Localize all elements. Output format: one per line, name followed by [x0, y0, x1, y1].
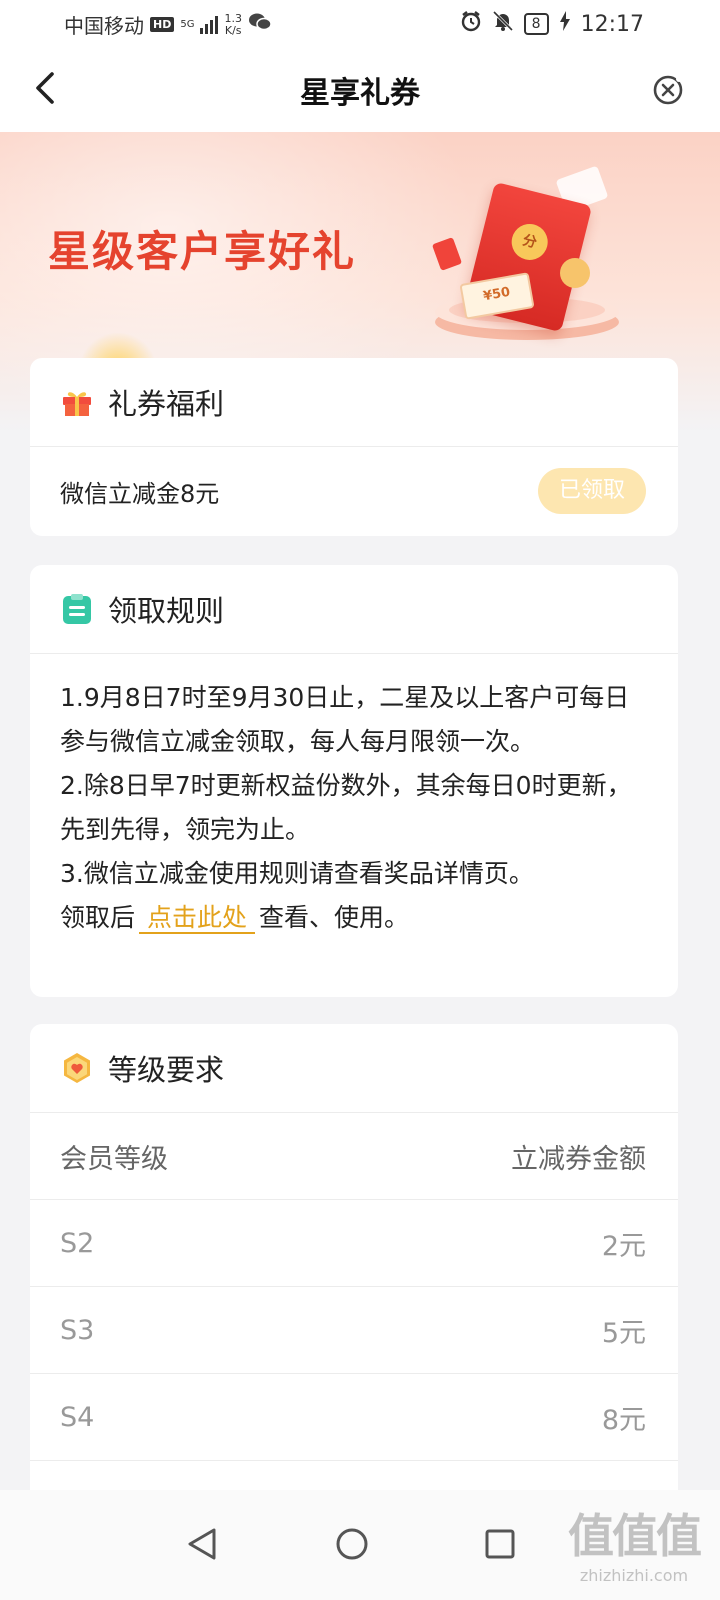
table-row: S2 2元 — [30, 1200, 678, 1287]
levels-table-header: 会员等级 立减券金额 — [30, 1113, 678, 1200]
hd-badge: HD — [150, 17, 175, 32]
benefit-card-header: 礼券福利 — [30, 358, 678, 447]
rule-2: 2.除8日早7时更新权益份数外，其余每日0时更新，先到先得，领完为止。 — [60, 771, 632, 844]
speed-unit: K/s — [224, 23, 242, 37]
network-type: 5G — [180, 19, 195, 30]
gift-icon — [63, 392, 91, 416]
benefit-card: 礼券福利 微信立减金8元 已领取 — [30, 358, 678, 536]
rule-3: 3.微信立减金使用规则请查看奖品详情页。 — [60, 859, 534, 888]
clock-time: 12:17 — [580, 11, 644, 37]
levels-card: 等级要求 会员等级 立减券金额 S2 2元 S3 5元 S4 8元 — [30, 1024, 678, 1544]
after-prefix: 领取后 — [60, 903, 136, 932]
rules-card: 领取规则 1.9月8日7时至9月30日止，二星及以上客户可每日参与微信立减金领取… — [30, 565, 678, 997]
nav-home-icon — [336, 1528, 368, 1560]
benefit-item-name: 微信立减金8元 — [60, 479, 220, 508]
status-left: 中国移动 HD 5G 1.3 K/s — [64, 10, 272, 39]
nav-recent-icon — [485, 1529, 515, 1559]
charging-icon — [559, 10, 571, 38]
table-row: S3 5元 — [30, 1287, 678, 1374]
status-right: 8 12:17 — [460, 10, 644, 38]
amount-cell: 2元 — [601, 1230, 646, 1262]
battery-indicator: 8 — [523, 13, 549, 35]
nav-home-button[interactable] — [320, 1512, 384, 1576]
benefit-item: 微信立减金8元 已领取 — [30, 447, 678, 535]
page-title: 星享礼券 — [300, 76, 420, 111]
close-button[interactable] — [646, 68, 690, 112]
close-circle-icon — [653, 75, 683, 105]
nav-back-button[interactable] — [170, 1512, 234, 1576]
levels-card-title: 等级要求 — [108, 1053, 225, 1087]
status-bar: 中国移动 HD 5G 1.3 K/s 8 12:17 — [0, 0, 720, 48]
nav-recent-button[interactable] — [468, 1512, 532, 1576]
watermark-logo: 值值值 — [568, 1509, 702, 1563]
claimed-button[interactable]: 已领取 — [538, 468, 646, 514]
watermark-url: zhizhizhi.com — [579, 1566, 689, 1585]
badge-icon — [64, 1053, 90, 1083]
rule-after-line: 领取后 点击此处 查看、使用。 — [60, 896, 648, 940]
amount-cell: 5元 — [601, 1317, 646, 1349]
benefit-card-title: 礼券福利 — [108, 387, 225, 421]
site-watermark: 值值值 zhizhizhi.com — [568, 1500, 702, 1585]
table-row: S4 8元 — [30, 1374, 678, 1461]
clipboard-icon — [63, 594, 91, 624]
nav-header: 星享礼券 — [0, 48, 720, 132]
column-level: 会员等级 — [60, 1143, 168, 1175]
envelope-coin: 分 — [507, 220, 552, 264]
coin-decoration — [560, 258, 590, 288]
rules-card-header: 领取规则 — [30, 565, 678, 654]
mute-icon — [492, 10, 514, 38]
amount-cell: 8元 — [601, 1404, 646, 1436]
level-cell: S2 — [60, 1227, 95, 1259]
level-cell: S4 — [60, 1401, 95, 1433]
banner-title: 星级客户享好礼 — [48, 227, 357, 276]
level-cell: S3 — [60, 1314, 95, 1346]
nav-back-icon — [188, 1528, 216, 1560]
wechat-icon — [248, 12, 272, 37]
network-speed: 1.3 K/s — [224, 12, 242, 37]
levels-card-header: 等级要求 — [30, 1024, 678, 1113]
column-amount: 立减券金额 — [511, 1143, 646, 1175]
alarm-icon — [460, 10, 482, 38]
rules-card-title: 领取规则 — [108, 594, 225, 628]
after-suffix: 查看、使用。 — [259, 903, 410, 932]
signal-icon — [200, 15, 219, 34]
carrier-name: 中国移动 — [64, 14, 144, 38]
rule-1: 1.9月8日7时至9月30日止，二星及以上客户可每日参与微信立减金领取，每人每月… — [60, 683, 630, 756]
rules-body: 1.9月8日7时至9月30日止，二星及以上客户可每日参与微信立减金领取，每人每月… — [30, 654, 678, 940]
click-here-link[interactable]: 点击此处 — [139, 903, 256, 934]
